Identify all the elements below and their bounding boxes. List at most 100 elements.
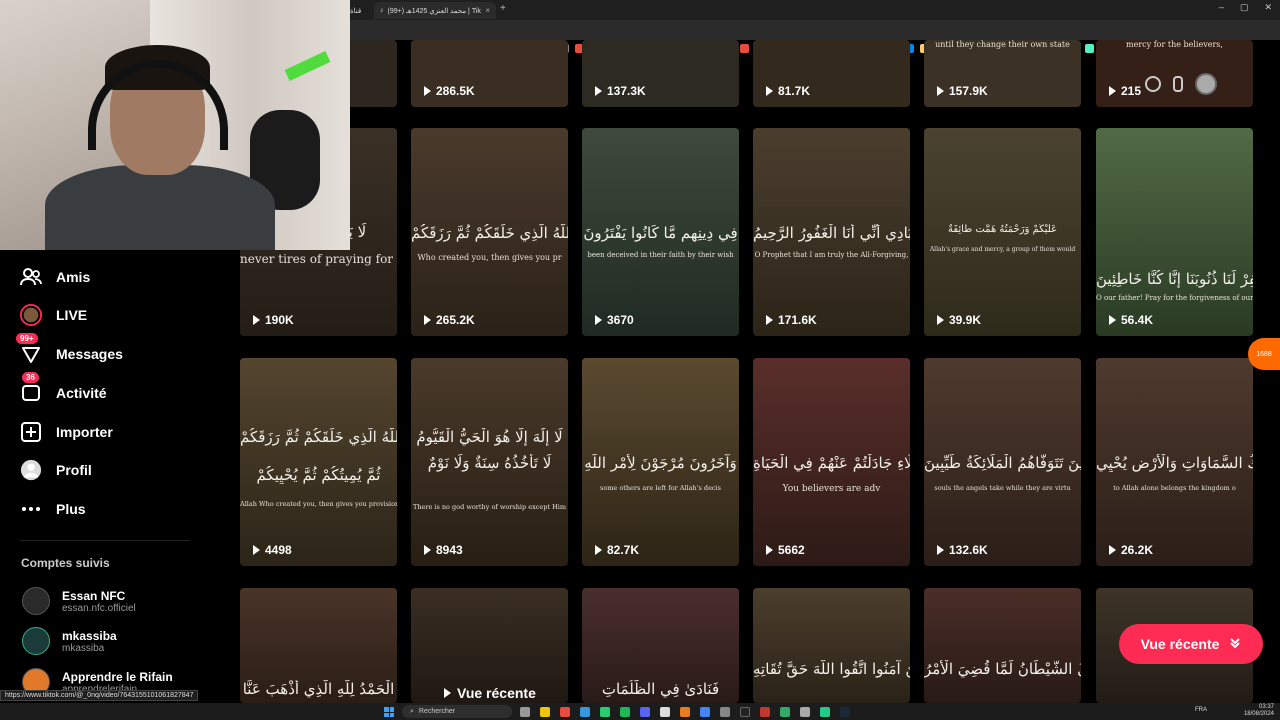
app-icon[interactable] xyxy=(680,707,690,717)
sidebar-item-label: LIVE xyxy=(56,307,88,323)
view-count: 3670 xyxy=(595,313,634,327)
view-count: 5662 xyxy=(766,543,805,557)
video-arabic-text: لَا تَأْخُذُهُ سِنَةٌ وَلَا نَوْمٌ xyxy=(427,454,552,472)
video-card[interactable]: فَنَادَىٰ فِي الظُّلُمَاتِ xyxy=(582,588,739,703)
taskbar-search[interactable]: ⌕ Rechercher xyxy=(402,705,512,718)
view-count-label: 82.7K xyxy=(607,543,640,557)
whatsapp-icon[interactable] xyxy=(600,707,610,717)
video-card[interactable]: عَلَيْكُمْ وَرَحْمَتُهُ هَمَّت طَّائِفَة… xyxy=(924,128,1081,336)
video-card[interactable]: اللَّهُ الَّذِي خَلَقَكُمْ ثُمَّ رَزَقَك… xyxy=(411,128,568,336)
taskbar-apps xyxy=(520,707,850,717)
close-window-icon[interactable]: ✕ xyxy=(1264,2,1272,13)
browser-tab-active[interactable]: ♪ (99+) محمد العنزي 1425هـ | TikTok × xyxy=(374,2,496,19)
close-tab-icon[interactable]: × xyxy=(485,6,490,15)
sidebar-item-messages[interactable]: 99+ Messages xyxy=(16,333,123,365)
avatar[interactable] xyxy=(1195,73,1217,95)
activity-icon: 36 xyxy=(20,372,42,404)
taskview-icon[interactable] xyxy=(520,707,530,717)
sidebar-item-profile[interactable]: Profil xyxy=(20,459,92,481)
file-explorer-icon[interactable] xyxy=(540,707,550,717)
chevron-double-down-icon xyxy=(1229,636,1241,652)
screen: قناة ♪ (99+) محمد العنزي 1425هـ | TikTok… xyxy=(0,0,1280,720)
maximize-icon[interactable]: ▢ xyxy=(1240,2,1249,13)
video-card[interactable]: 286.5K xyxy=(411,40,568,107)
windows-start-icon[interactable] xyxy=(384,707,394,717)
view-count-label: 265.2K xyxy=(436,313,475,327)
sidebar-item-more[interactable]: Plus xyxy=(20,498,86,520)
view-count: 157.9K xyxy=(937,84,988,98)
play-icon xyxy=(937,545,944,555)
recent-view-button[interactable]: Vue récente xyxy=(1119,624,1263,664)
video-arabic-text: عِبَادِي أَنِّي أَنَا الْغَفُورُ الرَّحِ… xyxy=(753,224,910,242)
language-indicator[interactable]: FRA xyxy=(1195,707,1207,713)
followed-account[interactable]: mkassiba mkassiba xyxy=(22,627,117,655)
video-card[interactable]: وَقَالَ الشَّيْطَانُ لَمَّا قُضِيَ الْأَ… xyxy=(924,588,1081,703)
view-count: 56.4K xyxy=(1109,313,1153,327)
clock-time: 03:37 xyxy=(1258,704,1274,710)
new-tab-icon[interactable]: + xyxy=(500,3,506,14)
sidebar-item-live[interactable]: LIVE xyxy=(20,304,87,326)
play-icon xyxy=(766,315,773,325)
discord-icon[interactable] xyxy=(640,707,650,717)
video-card[interactable]: 81.7K xyxy=(753,40,910,107)
sidebar-item-label: Amis xyxy=(56,269,91,285)
video-caption: to Allah alone belongs the kingdom o xyxy=(1113,484,1236,492)
obs-icon[interactable] xyxy=(660,707,670,717)
mobile-icon[interactable] xyxy=(1173,76,1183,92)
view-count: 265.2K xyxy=(424,313,475,327)
video-arabic-text: الْحَمْدُ لِلَّهِ الَّذِي أَذْهَبَ عَنَّ… xyxy=(242,680,395,698)
video-card[interactable]: وَآخَرُونَ مُرْجَوْنَ لِأَمْرِ اللَّهِ s… xyxy=(582,358,739,566)
steam-icon[interactable] xyxy=(840,707,850,717)
play-icon xyxy=(937,86,944,96)
video-arabic-text: فَنَادَىٰ فِي الظُّلُمَاتِ xyxy=(601,680,720,698)
sidebar-item-upload[interactable]: Importer xyxy=(20,421,113,443)
sidebar-item-friends[interactable]: Amis xyxy=(20,266,90,288)
view-count: 137.3K xyxy=(595,84,646,98)
extension-floating-icon[interactable]: 1688 xyxy=(1248,338,1280,370)
chrome-icon[interactable] xyxy=(700,707,710,717)
view-count-label: 286.5K xyxy=(436,84,475,98)
video-card[interactable]: هَا أَنتُمْ هَٰؤُلَاءِ جَادَلْتُمْ عَنْه… xyxy=(753,358,910,566)
view-count-label: 8943 xyxy=(436,543,463,557)
extension-icon[interactable] xyxy=(1085,44,1094,53)
compass-icon[interactable] xyxy=(1145,76,1161,92)
extension-icon[interactable] xyxy=(740,44,749,53)
video-caption: Allah's grace and mercy, a group of them… xyxy=(929,246,1076,253)
play-icon xyxy=(253,545,260,555)
video-card[interactable]: يَا أَيُّهَا الَّذِينَ آمَنُوا اتَّقُوا … xyxy=(753,588,910,703)
video-card[interactable]: لِلَّهِ مُلْكُ السَّمَاوَاتِ وَالْأَرْضِ… xyxy=(1096,358,1253,566)
view-count-label: 190K xyxy=(265,313,294,327)
app-icon[interactable] xyxy=(780,707,790,717)
view-count: 26.2K xyxy=(1109,543,1153,557)
settings-icon[interactable] xyxy=(800,707,810,717)
brave-icon[interactable] xyxy=(560,707,570,717)
minimize-icon[interactable]: – xyxy=(1219,2,1224,13)
telegram-icon[interactable] xyxy=(580,707,590,717)
terminal-icon[interactable] xyxy=(740,707,750,717)
play-icon xyxy=(1109,86,1116,96)
clock[interactable]: 03:37 18/08/2024 xyxy=(1244,704,1274,718)
app-icon[interactable] xyxy=(720,707,730,717)
video-caption: Who created you, then gives you pr xyxy=(417,253,562,262)
app-icon[interactable] xyxy=(820,707,830,717)
view-count-label: 26.2K xyxy=(1121,543,1154,557)
recent-view-label[interactable]: Vue récente xyxy=(444,685,536,701)
video-card[interactable]: الْحَمْدُ لِلَّهِ الَّذِي أَذْهَبَ عَنَّ… xyxy=(240,588,397,703)
video-card[interactable]: اللَّهُ الَّذِي خَلَقَكُمْ ثُمَّ رَزَقَك… xyxy=(240,358,397,566)
video-card[interactable]: لَا إِلَٰهَ إِلَّا هُوَ الْحَيُّ الْقَيُ… xyxy=(411,358,568,566)
spotify-icon[interactable] xyxy=(620,707,630,717)
video-card[interactable]: يَا أَبَانَا اسْتَغْفِرْ لَنَا ذُنُوبَنَ… xyxy=(1096,128,1253,336)
sidebar-item-activity[interactable]: 36 Activité xyxy=(20,372,107,404)
upload-icon xyxy=(20,421,42,443)
video-card[interactable]: 137.3K xyxy=(582,40,739,107)
video-card[interactable]: فِي دِينِهِم مَّا كَانُوا يَفْتَرُونَ be… xyxy=(582,128,739,336)
play-icon xyxy=(1109,315,1116,325)
video-card[interactable]: عِبَادِي أَنِّي أَنَا الْغَفُورُ الرَّحِ… xyxy=(753,128,910,336)
video-card[interactable]: الَّذِينَ تَتَوَفَّاهُمُ الْمَلَائِكَةُ … xyxy=(924,358,1081,566)
video-caption: O Prophet that I am truly the All-Forgiv… xyxy=(754,251,909,259)
followed-account[interactable]: Essan NFC essan.nfc.officiel xyxy=(22,587,136,615)
view-count-label: 215 xyxy=(1121,84,1142,98)
video-card[interactable]: until they change their own state 157.9K xyxy=(924,40,1081,107)
view-count-label: 5662 xyxy=(778,543,805,557)
app-icon[interactable] xyxy=(760,707,770,717)
